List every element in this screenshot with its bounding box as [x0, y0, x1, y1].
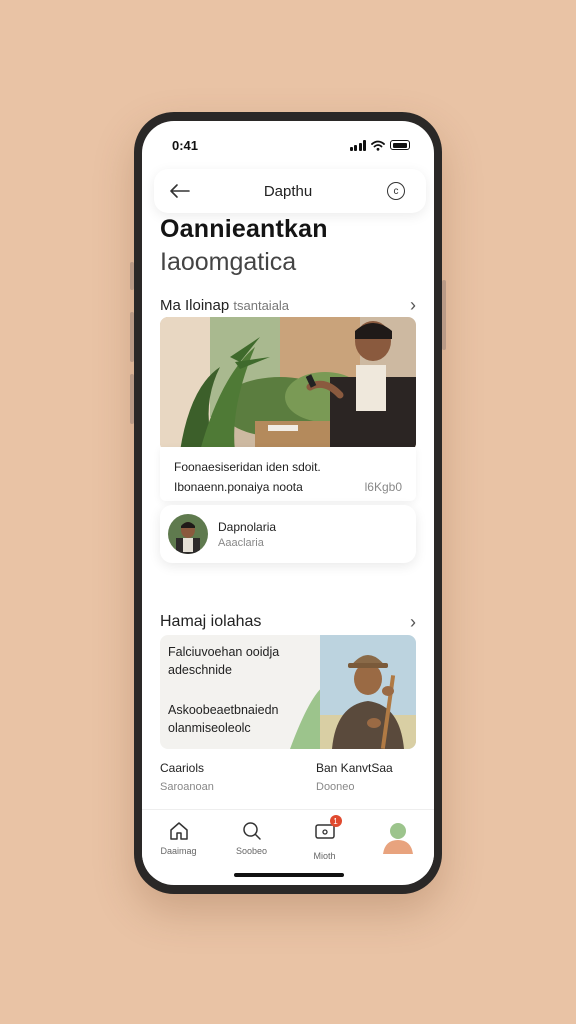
- author-name: Dapnolaria: [218, 519, 277, 534]
- tab-home[interactable]: Daaimag: [149, 820, 209, 856]
- notification-badge: 1: [329, 815, 342, 827]
- search-icon: [242, 822, 261, 840]
- tab-inbox[interactable]: 1 Mioth: [295, 815, 355, 861]
- mute-switch: [130, 262, 134, 290]
- featured-card[interactable]: Foonaesiseridan iden sdoit. Ibonaenn.pon…: [160, 317, 416, 565]
- status-bar: 0:41: [172, 137, 410, 153]
- volume-button: [130, 312, 134, 362]
- phone-screen: 0:41 Dapthu c Oannieantkan Iaoomgatica M…: [142, 121, 434, 885]
- page-title: Dapthu: [263, 182, 313, 200]
- phone-frame: 0:41 Dapthu c Oannieantkan Iaoomgatica M…: [130, 112, 446, 894]
- chevron-right-icon[interactable]: ›: [410, 296, 416, 314]
- home-indicator: [234, 873, 344, 877]
- signal-icon: [349, 139, 366, 151]
- section-title-2: Hamaj iolahas: [160, 613, 262, 630]
- volume-button: [130, 374, 134, 424]
- top-app-bar: Dapthu c: [154, 169, 426, 213]
- avatar: [168, 514, 208, 554]
- section-title: Ma Iloinap tsantaiala: [160, 296, 290, 314]
- chevron-right-icon[interactable]: ›: [410, 613, 416, 631]
- promo-photo: [290, 635, 416, 749]
- featured-description: Foonaesiseridan iden sdoit. Ibonaenn.pon…: [160, 447, 416, 501]
- bottom-tab-bar: Daaimag Soobeo 1 Mioth: [142, 809, 434, 875]
- tab-search[interactable]: Soobeo: [222, 820, 282, 856]
- main-heading: Oannieantkan: [160, 215, 328, 243]
- tab-profile[interactable]: [368, 820, 428, 860]
- featured-photo: [160, 317, 416, 451]
- profile-avatar-icon: [382, 823, 413, 854]
- info-icon[interactable]: c: [384, 179, 408, 203]
- section-header-1[interactable]: Ma Iloinap tsantaiala ›: [160, 296, 416, 314]
- home-icon: [169, 822, 188, 840]
- info-columns: Caariols Saroanoan Ban KanvtSaa Dooneo: [160, 761, 416, 793]
- info-title: Caariols: [160, 761, 205, 775]
- wifi-icon: [371, 140, 385, 151]
- section-header-2[interactable]: Hamaj iolahas ›: [160, 613, 416, 631]
- sub-heading: Iaoomgatica: [160, 248, 297, 276]
- info-subtitle: Saroanoan: [160, 781, 214, 793]
- status-time: 0:41: [172, 137, 199, 153]
- battery-icon: [390, 140, 410, 150]
- info-title: Ban KanvtSaa: [316, 761, 393, 775]
- power-button: [442, 280, 446, 350]
- info-subtitle: Dooneo: [316, 781, 355, 793]
- author-subtitle: Aaaclaria: [218, 536, 264, 549]
- promo-card[interactable]: Falciuvoehan ooidja adeschnide Askoobeae…: [160, 635, 416, 749]
- back-arrow-icon[interactable]: [168, 179, 192, 203]
- author-row[interactable]: Dapnolaria Aaaclaria: [160, 505, 416, 563]
